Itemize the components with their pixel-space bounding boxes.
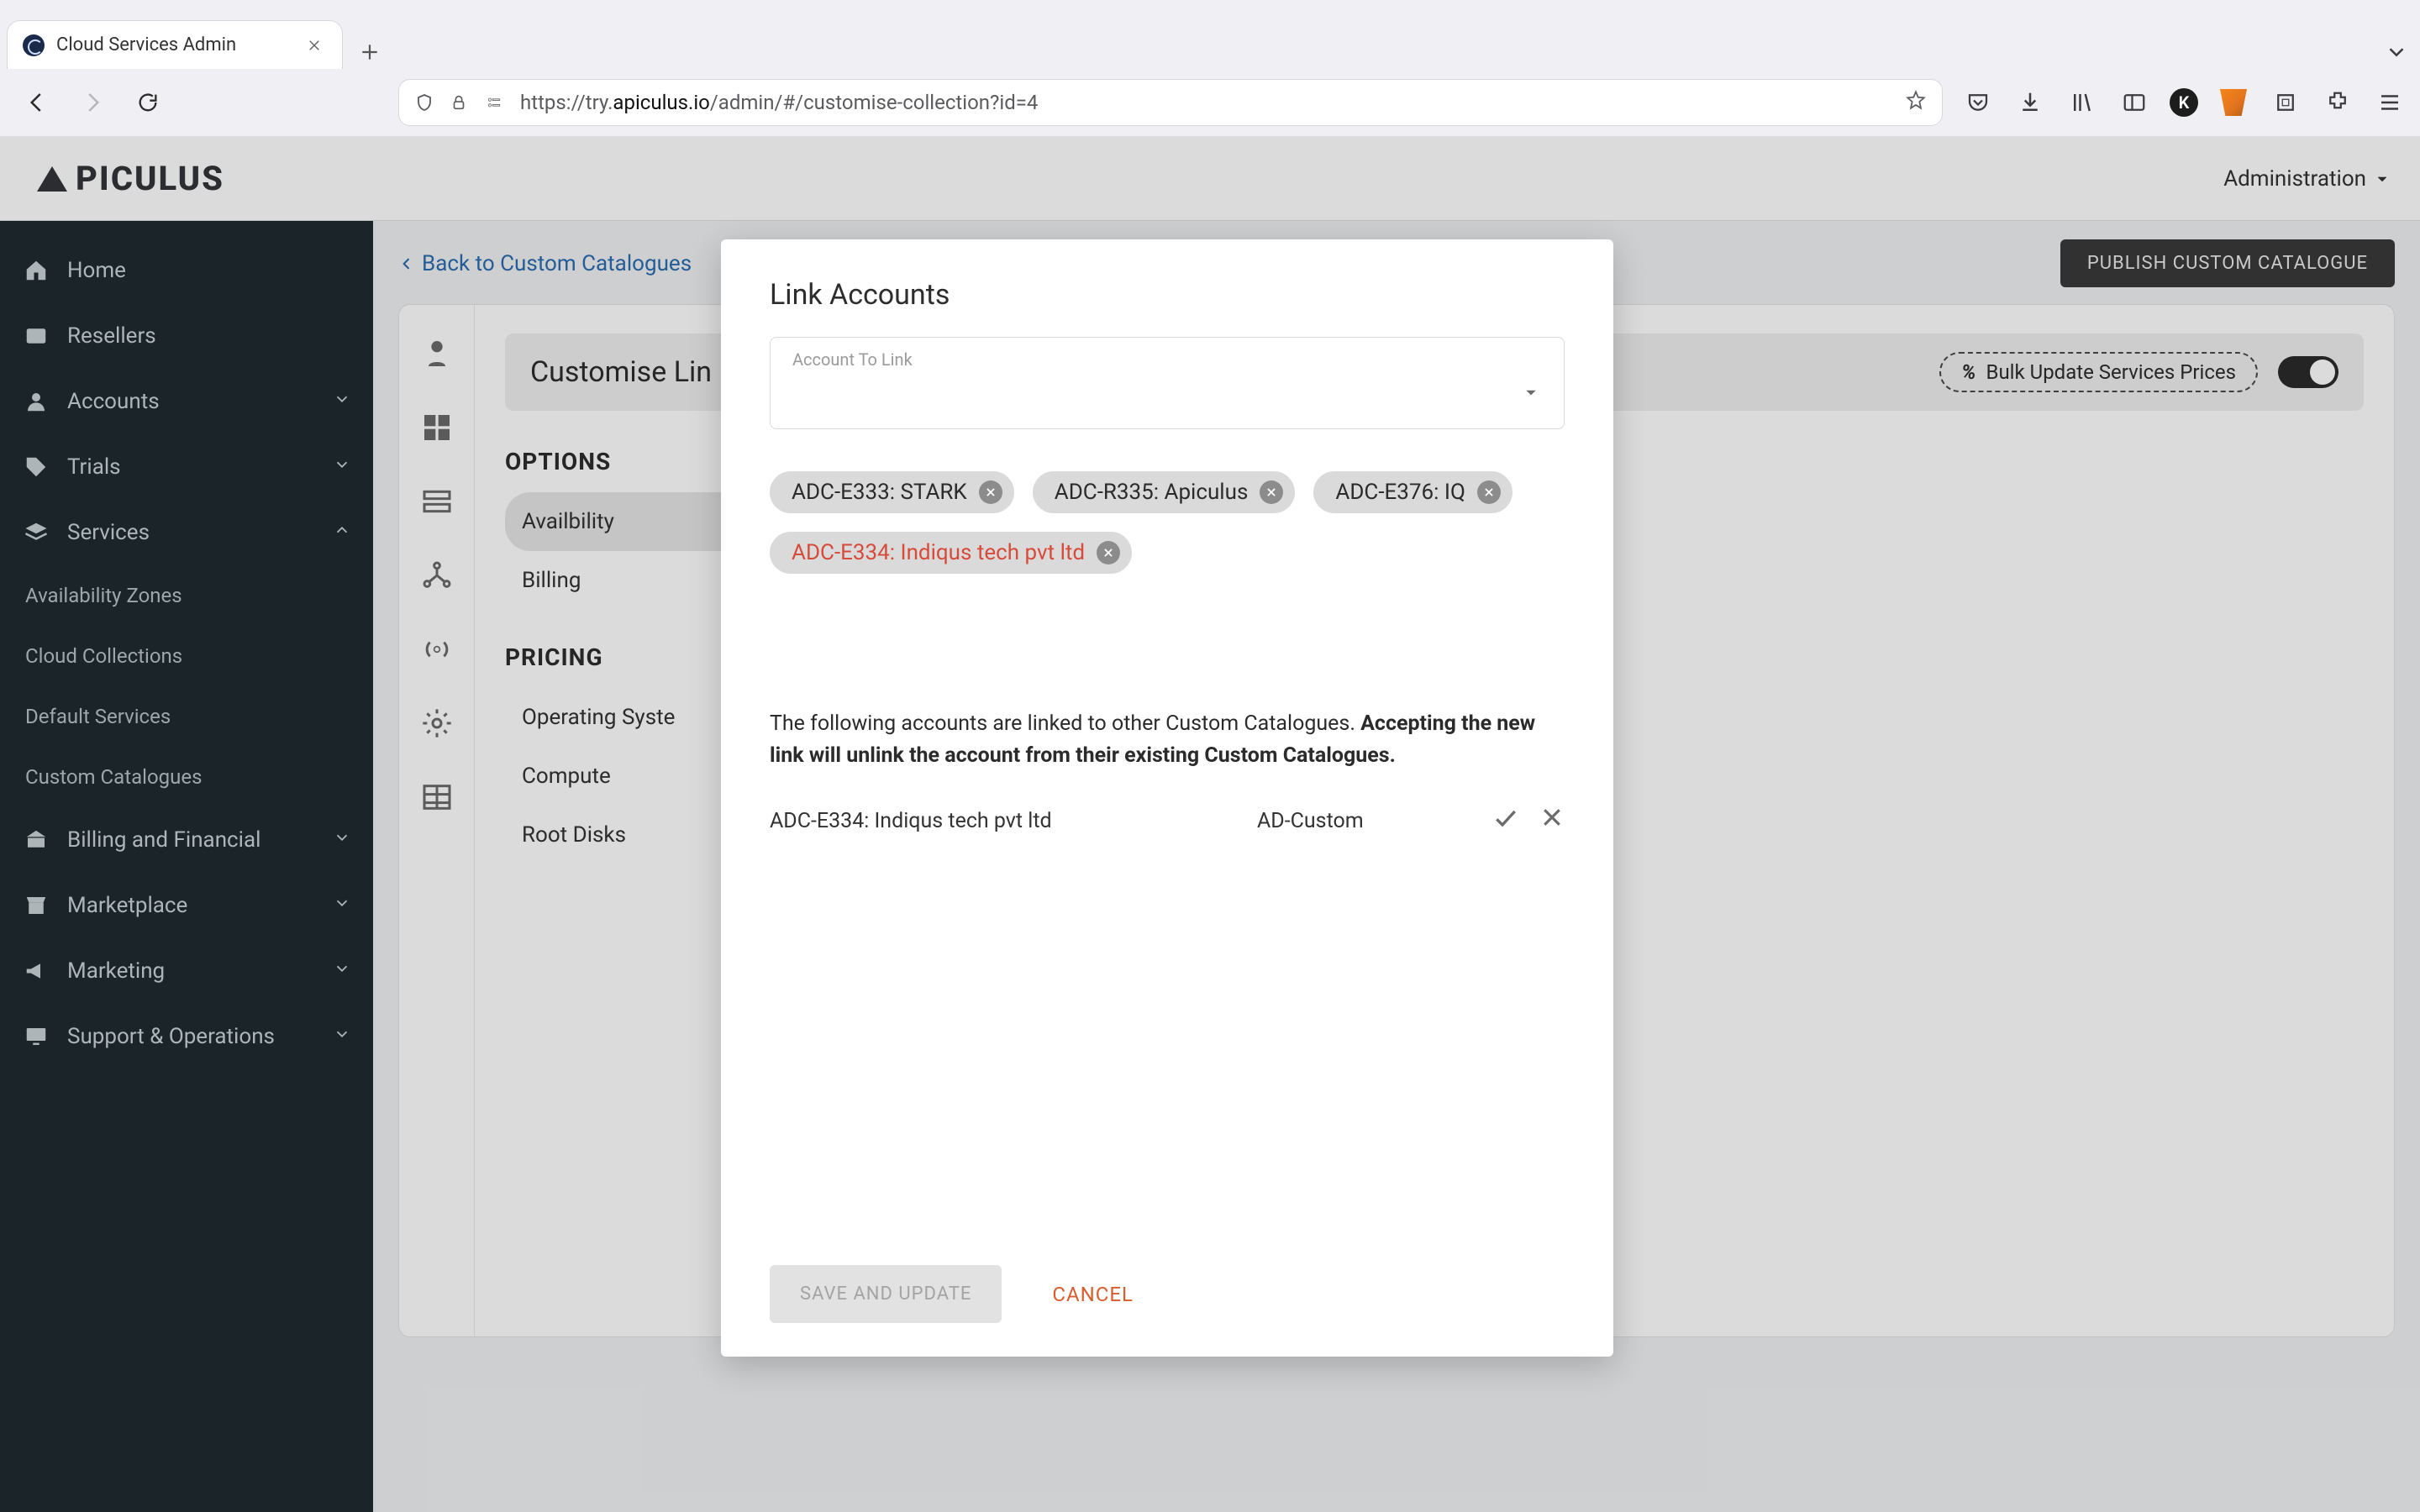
modal-title: Link Accounts — [770, 278, 1565, 312]
chip-account: ADC-R335: Apiculus — [1033, 471, 1296, 513]
account-select[interactable]: Account To Link — [770, 337, 1565, 429]
shield-icon — [414, 92, 434, 113]
chip-account: ADC-E333: STARK — [770, 471, 1014, 513]
conflict-row: ADC-E334: Indiqus tech pvt ltd AD-Custom — [770, 805, 1565, 837]
warning-text-plain: The following accounts are linked to oth… — [770, 711, 1360, 736]
favicon-icon — [23, 34, 45, 56]
browser-tab-active[interactable]: Cloud Services Admin — [7, 20, 343, 69]
accept-icon[interactable] — [1492, 805, 1519, 837]
linked-accounts-chips: ADC-E333: STARK ADC-R335: Apiculus ADC-E… — [770, 471, 1565, 574]
tab-title: Cloud Services Admin — [56, 34, 236, 55]
chip-remove-icon[interactable] — [979, 480, 1002, 504]
save-and-update-button[interactable]: SAVE AND UPDATE — [770, 1265, 1002, 1323]
metamask-icon[interactable] — [2217, 86, 2250, 119]
cancel-button[interactable]: CANCEL — [1052, 1283, 1134, 1306]
url-text: https://try.apiculus.io/admin/#/customis… — [520, 91, 1890, 114]
conflict-catalogue: AD-Custom — [1257, 809, 1476, 833]
bookmark-star-icon[interactable] — [1905, 89, 1927, 116]
chip-account-conflict: ADC-E334: Indiqus tech pvt ltd — [770, 532, 1132, 574]
chip-label: ADC-E376: IQ — [1335, 480, 1465, 505]
new-tab-button[interactable] — [353, 35, 387, 69]
address-bar: https://try.apiculus.io/admin/#/customis… — [0, 69, 2420, 136]
reload-button[interactable] — [124, 79, 171, 126]
caret-down-icon — [1522, 383, 1540, 407]
tab-strip: Cloud Services Admin — [0, 0, 2420, 69]
chip-label: ADC-R335: Apiculus — [1055, 480, 1249, 505]
link-accounts-modal: Link Accounts Account To Link ADC-E333: … — [721, 239, 1613, 1357]
conflict-account: ADC-E334: Indiqus tech pvt ltd — [770, 809, 1240, 833]
app-menu-icon[interactable] — [2373, 86, 2407, 119]
library-icon[interactable] — [2065, 86, 2099, 119]
chip-label: ADC-E333: STARK — [792, 480, 967, 505]
permissions-icon[interactable] — [483, 94, 505, 111]
pocket-icon[interactable] — [1961, 86, 1995, 119]
browser-toolbar-right: K — [1961, 86, 2407, 119]
forward-button[interactable] — [69, 79, 116, 126]
reject-icon[interactable] — [1539, 805, 1565, 837]
close-tab-icon[interactable] — [303, 34, 325, 56]
sidebar-toggle-icon[interactable] — [2118, 86, 2151, 119]
chip-remove-icon[interactable] — [1097, 541, 1120, 564]
downloads-icon[interactable] — [2013, 86, 2047, 119]
chip-remove-icon[interactable] — [1477, 480, 1501, 504]
profile-badge[interactable]: K — [2170, 88, 2198, 117]
extension-a-icon[interactable] — [2269, 86, 2302, 119]
account-select-label: Account To Link — [792, 349, 1542, 370]
extensions-icon[interactable] — [2321, 86, 2354, 119]
chip-label: ADC-E334: Indiqus tech pvt ltd — [792, 540, 1085, 565]
conflict-warning: The following accounts are linked to oth… — [770, 708, 1565, 771]
app-shell: PICULUS Administration Home Resellers Ac… — [0, 137, 2420, 1512]
browser-chrome: Cloud Services Admin — [0, 0, 2420, 137]
back-button[interactable] — [13, 79, 60, 126]
tabs-overview-icon[interactable] — [2380, 35, 2413, 69]
url-field[interactable]: https://try.apiculus.io/admin/#/customis… — [398, 79, 1943, 126]
chip-remove-icon[interactable] — [1260, 480, 1283, 504]
modal-actions: SAVE AND UPDATE CANCEL — [770, 1240, 1565, 1323]
lock-icon — [450, 93, 468, 112]
chip-account: ADC-E376: IQ — [1313, 471, 1512, 513]
